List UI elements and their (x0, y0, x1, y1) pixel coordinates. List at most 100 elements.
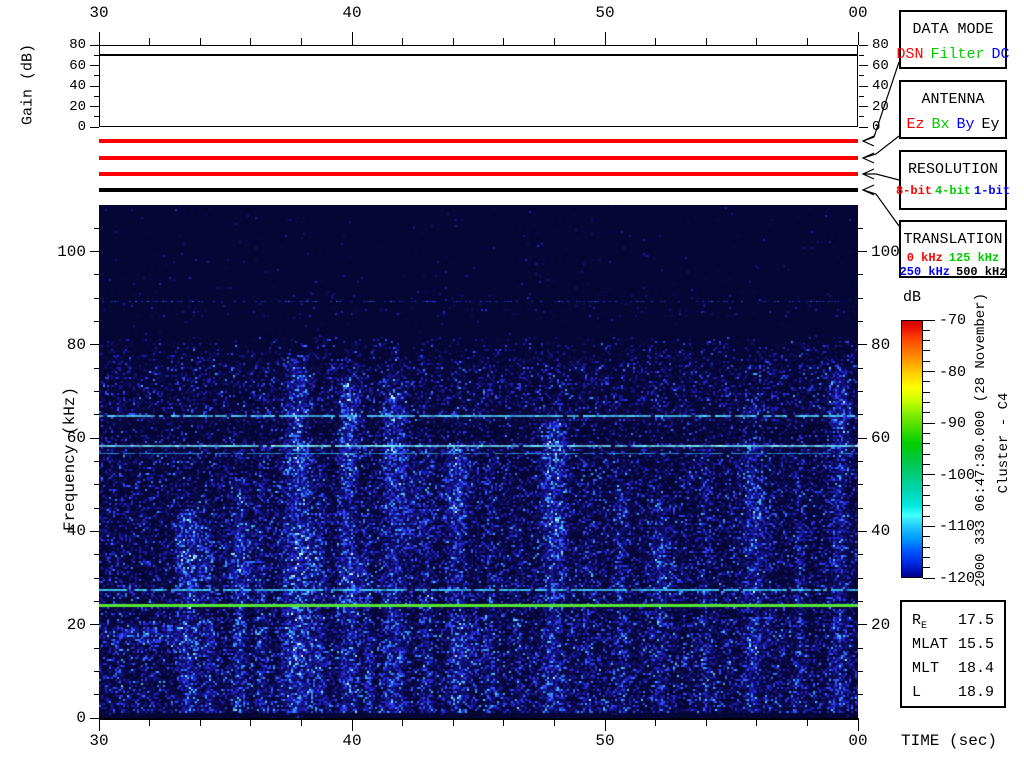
status-bar-data-mode (99, 139, 858, 143)
ephemeris-box: RE 17.5 MLAT 15.5 MLT 18.4 L 18.9 (900, 600, 1006, 708)
axis-tick (452, 719, 454, 726)
time-axis-line (99, 718, 859, 720)
axis-tick (806, 719, 808, 726)
axis-tick (923, 412, 930, 414)
axis-tick (858, 227, 863, 229)
axis-tick (503, 38, 505, 45)
axis-tick (806, 38, 808, 45)
axis-tick (94, 391, 99, 393)
axis-tick (923, 505, 930, 507)
axis-tick (553, 38, 555, 45)
axis-tick (858, 321, 863, 323)
data-mode-title: DATA MODE (912, 21, 994, 38)
axis-tick (94, 600, 99, 602)
time-tick-label-bottom: 40 (342, 732, 362, 750)
axis-tick (351, 32, 353, 45)
axis-tick (859, 95, 864, 97)
axis-tick (98, 719, 100, 731)
colorbar-tick-label: -70 (939, 312, 967, 329)
time-tick-label-top: 40 (342, 4, 362, 22)
freq-tick-label-left: 100 (57, 242, 86, 261)
axis-tick (90, 65, 99, 66)
resolution-title: RESOLUTION (907, 161, 998, 178)
gain-tick-label-left: 40 (69, 78, 86, 94)
axis-tick (859, 75, 864, 77)
ephemeris-row-re: RE 17.5 (902, 612, 1004, 636)
axis-tick (858, 414, 863, 416)
axis-tick (923, 422, 935, 424)
axis-tick (94, 116, 99, 118)
axis-tick (923, 546, 930, 548)
gain-tick-label-left: 80 (69, 37, 86, 53)
axis-tick (655, 38, 657, 45)
translation-title: TRANSLATION (903, 231, 1003, 248)
axis-tick (923, 381, 930, 383)
axis-tick (94, 670, 99, 672)
axis-tick (250, 38, 252, 45)
option-125-khz: 125 kHz (948, 251, 1000, 265)
option-1-bit: 1-bit (974, 184, 1011, 198)
option-ey: Ey (981, 116, 1000, 133)
freq-tick-label-right: 60 (871, 429, 891, 448)
option-filter: Filter (930, 46, 985, 63)
axis-tick (503, 719, 505, 726)
axis-tick (655, 719, 657, 726)
axis-tick (90, 624, 99, 626)
axis-tick (857, 719, 859, 731)
axis-tick (858, 367, 863, 369)
axis-tick (756, 719, 758, 726)
axis-tick (859, 54, 864, 56)
axis-tick (923, 515, 930, 517)
freq-tick-label-left: 40 (66, 522, 86, 541)
axis-tick (199, 38, 201, 45)
ephemeris-label: RE (912, 612, 928, 632)
ephemeris-value: 18.9 (957, 684, 994, 701)
time-tick-label-top: 30 (89, 4, 109, 22)
antenna-title: ANTENNA (921, 91, 985, 108)
axis-tick (402, 719, 404, 726)
gain-panel-frame (99, 45, 858, 127)
option-500-khz: 500 kHz (956, 265, 1007, 279)
resolution-options: 8-bit 4-bit 1-bit (896, 184, 1010, 198)
translation-row: 0 kHz 125 kHz (901, 251, 1005, 265)
axis-tick (858, 694, 863, 696)
axis-tick (94, 54, 99, 56)
colorbar-tick-label: -80 (939, 363, 967, 381)
gain-tick-label-right: 80 (872, 37, 889, 53)
colorbar-tick-label: -90 (939, 415, 967, 433)
axis-tick (94, 297, 99, 299)
freq-tick-label-right: 20 (871, 615, 891, 634)
freq-tick-label-left: 20 (66, 615, 86, 634)
gain-axis-title: Gain (dB) (19, 44, 37, 126)
axis-tick (859, 85, 868, 87)
axis-tick (98, 32, 100, 45)
status-bar-translation (99, 188, 858, 192)
connector-arrow-antenna (861, 135, 900, 164)
axis-tick (923, 567, 930, 569)
option-dc: DC (991, 46, 1010, 63)
freq-tick-label-left: 60 (66, 429, 86, 448)
data-mode-options: DSN Filter DC (896, 46, 1009, 63)
axis-tick (857, 32, 859, 45)
axis-tick (705, 719, 707, 726)
antenna-box: ANTENNA Ez Bx By Ey (899, 80, 1007, 139)
option-by: By (956, 116, 975, 133)
axis-tick (90, 717, 99, 719)
freq-tick-label-right: 80 (871, 335, 891, 354)
axis-tick (250, 719, 252, 726)
axis-tick (553, 719, 555, 726)
axis-tick (94, 577, 99, 579)
axis-tick (94, 461, 99, 462)
translation-row: 250 kHz 500 kHz (900, 265, 1007, 279)
colorbar-title: dB (902, 289, 921, 306)
axis-tick (90, 44, 99, 46)
axis-tick (94, 75, 99, 77)
colorbar-tick-label: -110 (939, 518, 976, 536)
resolution-box: RESOLUTION 8-bit 4-bit 1-bit (896, 150, 1010, 210)
axis-tick (705, 38, 707, 45)
axis-tick (923, 350, 930, 352)
axis-tick (90, 251, 99, 253)
axis-tick (923, 494, 930, 496)
axis-tick (923, 443, 930, 445)
gain-tick-label-left: 20 (69, 98, 86, 115)
